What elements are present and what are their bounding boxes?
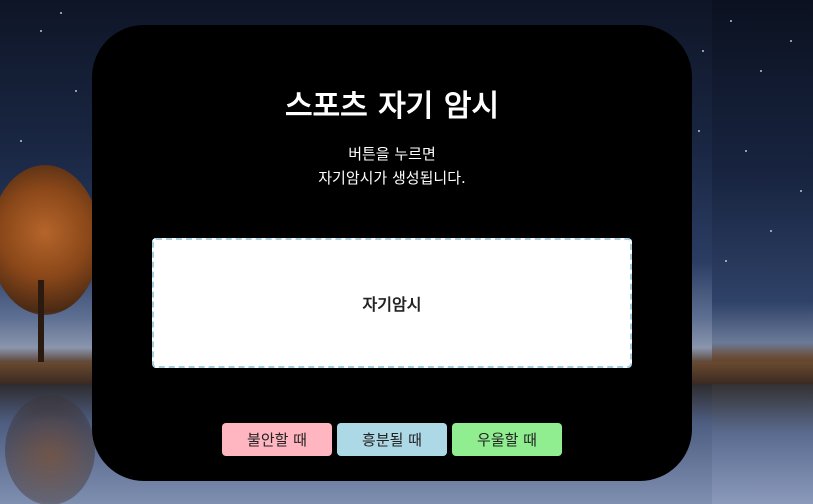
instruction-line-2: 자기암시가 생성됩니다. xyxy=(318,169,466,187)
affirmation-text: 자기암시 xyxy=(362,295,422,314)
star xyxy=(770,230,772,232)
mood-button-row: 불안할 때 흥분될 때 우울할 때 xyxy=(222,423,562,456)
star xyxy=(702,50,704,52)
star xyxy=(790,40,792,42)
excited-button[interactable]: 흥분될 때 xyxy=(337,423,447,456)
tree-reflection xyxy=(5,395,95,504)
anxious-button[interactable]: 불안할 때 xyxy=(222,423,332,456)
star xyxy=(800,190,802,192)
star xyxy=(60,12,62,14)
affirmation-display-box: 자기암시 xyxy=(152,238,632,368)
star xyxy=(75,90,77,92)
star xyxy=(745,150,747,152)
star xyxy=(698,130,700,132)
background-photo-edge xyxy=(712,0,813,504)
star xyxy=(20,140,22,142)
star xyxy=(760,70,762,72)
star xyxy=(730,20,732,22)
affirmation-card: 스포츠 자기 암시 버튼을 누르면 자기암시가 생성됩니다. 자기암시 불안할 … xyxy=(92,25,692,481)
page-title: 스포츠 자기 암시 xyxy=(284,89,500,124)
depressed-button[interactable]: 우울할 때 xyxy=(452,423,562,456)
instruction-line-1: 버튼을 누르면 xyxy=(348,145,436,163)
star xyxy=(40,30,42,32)
star xyxy=(725,260,727,262)
instruction-text: 버튼을 누르면 자기암시가 생성됩니다. xyxy=(92,142,692,190)
tree-trunk xyxy=(38,280,44,365)
